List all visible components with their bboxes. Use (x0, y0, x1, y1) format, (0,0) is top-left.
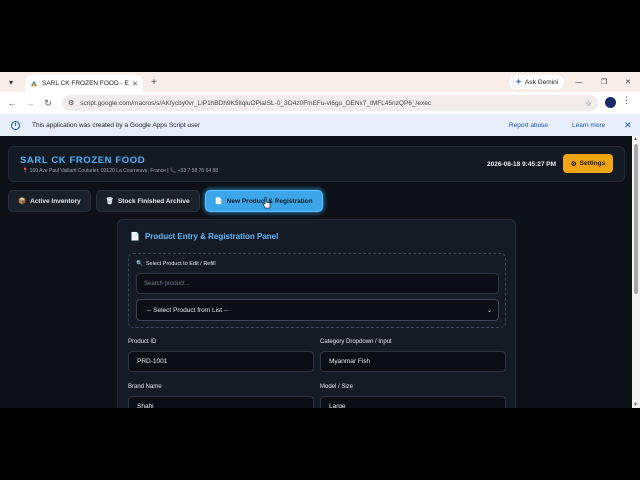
settings-button[interactable]: ⚙ Settings (563, 154, 613, 173)
location-pin-icon: 📍 (22, 168, 29, 174)
document-icon: 📄 (130, 232, 140, 241)
model-size-label: Model / Size (320, 384, 354, 390)
report-abuse-link[interactable]: Report abuse (509, 122, 548, 129)
brand-name-field[interactable]: Shahi (128, 396, 314, 408)
address-bar[interactable]: ⚙ script.google.com/macros/s/AKfycby0vr_… (62, 95, 598, 111)
brand-title: SARL CK FROZEN FOOD (20, 155, 146, 166)
phone-icon: 📞 (170, 168, 177, 174)
tab-search-icon[interactable]: ▾ (3, 74, 19, 90)
select-label-text: Select Product to Edit / Refill (145, 261, 216, 267)
browser-window: ▾ SARL CK FROZEN FOOD - Ente ✕ + Ask Gem… (0, 72, 640, 408)
app-header: SARL CK FROZEN FOOD 📍 160 Ave Paul Vaill… (8, 146, 625, 182)
tab-stock-finished-archive[interactable]: 🗑 Stock Finished Archive (95, 190, 200, 212)
datetime-display: 2026-08-18 9:45:27 PM (487, 161, 557, 168)
url-text: script.google.com/macros/s/AKfycby0vr_Li… (80, 99, 432, 107)
scroll-down-icon[interactable]: ▼ (633, 402, 638, 408)
mouse-cursor-icon (262, 197, 271, 209)
close-window-icon[interactable]: ✕ (616, 72, 640, 92)
tab-title: SARL CK FROZEN FOOD - Ente (42, 80, 130, 87)
restore-icon[interactable]: ❐ (592, 72, 616, 92)
tab-label: Stock Finished Archive (117, 197, 190, 205)
product-id-label: Product ID (128, 339, 157, 345)
search-icon: 🔍 (136, 261, 143, 267)
learn-more-link[interactable]: Learn more (572, 122, 605, 129)
reload-icon[interactable]: ↻ (39, 94, 57, 112)
document-icon: 📄 (214, 198, 223, 205)
gear-icon: ⚙ (570, 160, 577, 168)
site-info-icon[interactable]: ⚙ (68, 99, 74, 107)
category-label: Category Dropdown / Input (320, 339, 392, 345)
browser-tab[interactable]: SARL CK FROZEN FOOD - Ente ✕ (25, 75, 143, 92)
dropdown-value: -- Select Product from List -- (147, 306, 229, 314)
ask-gemini-label: Ask Gemini (525, 78, 559, 86)
bookmark-star-icon[interactable]: ☆ (585, 99, 592, 108)
product-select-box: 🔍 Select Product to Edit / Refill Search… (128, 253, 506, 328)
model-size-field[interactable]: Large (320, 396, 506, 408)
category-field[interactable]: Myanmar Fish (320, 351, 506, 372)
app-content: SARL CK FROZEN FOOD 📍 160 Ave Paul Vaill… (0, 136, 632, 408)
tab-active-inventory[interactable]: 📦 Active Inventory (8, 190, 91, 212)
brand-name-label: Brand Name (128, 384, 162, 390)
box-icon: 📦 (18, 198, 27, 205)
product-id-field[interactable]: PRD-1001 (128, 351, 314, 372)
product-dropdown[interactable]: -- Select Product from List -- ⌄ (136, 299, 499, 321)
apps-script-infobar: i This application was created by a Goog… (0, 114, 640, 136)
select-product-label: 🔍 Select Product to Edit / Refill (136, 261, 216, 267)
tab-strip: ▾ SARL CK FROZEN FOOD - Ente ✕ + Ask Gem… (0, 72, 640, 92)
ask-gemini-button[interactable]: Ask Gemini (509, 75, 565, 89)
phone-text: +33 7 58 76 64 88 (177, 168, 219, 174)
infobar-message: This application was created by a Google… (32, 121, 201, 129)
company-address: 📍 160 Ave Paul Vaillant Couturier, 93120… (22, 168, 218, 174)
page-scrollbar[interactable]: ▲ ▼ (632, 136, 640, 408)
browser-menu-icon[interactable]: ⋮ (622, 95, 631, 106)
chevron-down-icon: ⌄ (486, 307, 492, 314)
app-tabs: 📦 Active Inventory 🗑 Stock Finished Arch… (8, 190, 323, 212)
profile-avatar[interactable] (605, 97, 616, 108)
settings-label: Settings (579, 160, 606, 167)
address-text: 160 Ave Paul Vaillant Couturier, 93120 L… (29, 168, 169, 174)
close-tab-icon[interactable]: ✕ (132, 80, 138, 88)
product-entry-panel: 📄 Product Entry & Registration Panel 🔍 S… (117, 219, 516, 408)
search-input[interactable]: Search product... (136, 273, 499, 294)
new-tab-button[interactable]: + (147, 75, 161, 89)
info-icon: i (11, 120, 20, 130)
minimize-icon[interactable]: — (567, 72, 591, 92)
scroll-up-icon[interactable]: ▲ (633, 136, 638, 142)
close-infobar-icon[interactable]: ✕ (624, 120, 632, 131)
trash-icon: 🗑 (105, 198, 114, 205)
address-bar-row: ← → ↻ ⚙ script.google.com/macros/s/AKfyc… (0, 92, 640, 114)
gemini-icon (515, 77, 522, 87)
back-icon[interactable]: ← (3, 94, 21, 112)
scrollbar-thumb[interactable] (634, 144, 638, 294)
forward-icon[interactable]: → (21, 94, 39, 112)
tab-label: Active Inventory (30, 197, 81, 205)
panel-title-text: Product Entry & Registration Panel (144, 232, 279, 241)
apps-script-icon (30, 80, 38, 88)
panel-title: 📄 Product Entry & Registration Panel (130, 232, 278, 241)
